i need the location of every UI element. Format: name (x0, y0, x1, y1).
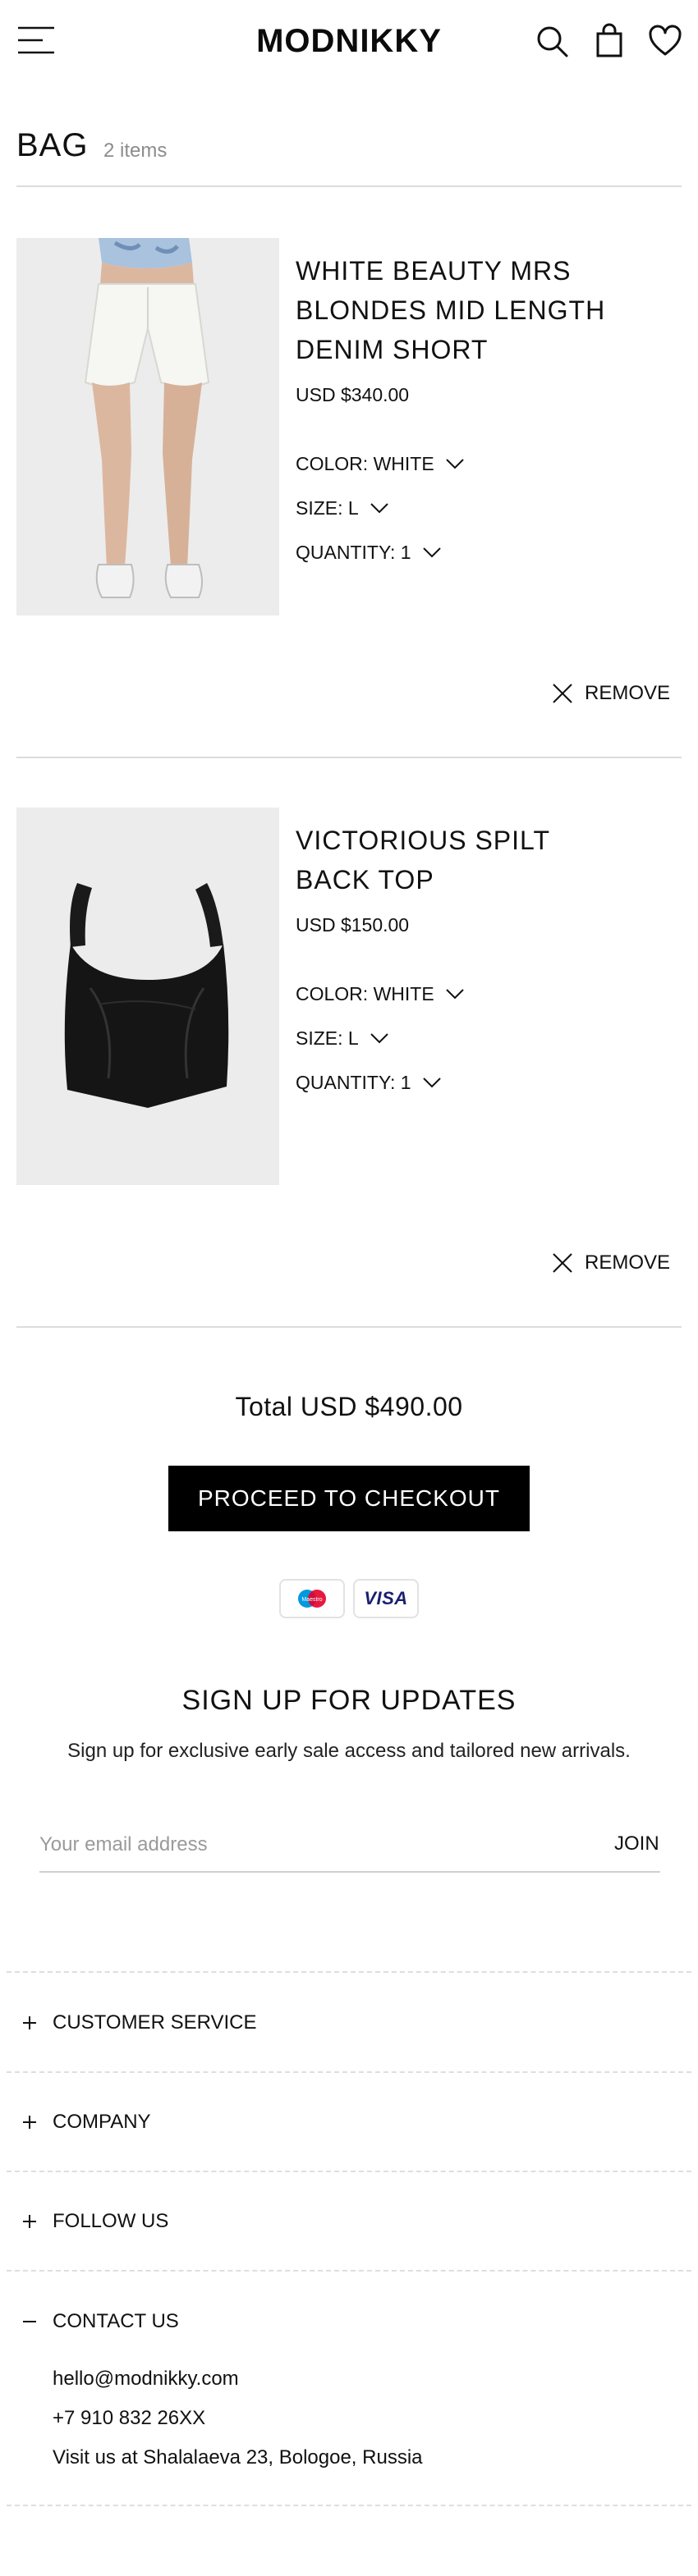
chevron-down-icon (445, 989, 464, 1000)
size-select[interactable]: SIZE: L (296, 1026, 388, 1050)
color-label: COLOR: WHITE (296, 453, 434, 474)
footer-divider (7, 2270, 691, 2272)
minus-icon (23, 2321, 36, 2322)
page-title: BAG (16, 127, 89, 163)
footer-divider (7, 2171, 691, 2172)
size-label: SIZE: L (296, 497, 359, 519)
footer-divider (7, 2505, 691, 2506)
signup-subtitle: Sign up for exclusive early sale access … (67, 1740, 631, 1762)
accordion-contact-us[interactable]: CONTACT US (20, 2309, 179, 2334)
accordion-label: CUSTOMER SERVICE (53, 2011, 257, 2034)
contact-address: Visit us at Shalalaeva 23, Bologoe, Russ… (53, 2446, 423, 2468)
color-label: COLOR: WHITE (296, 983, 434, 1004)
quantity-label: QUANTITY: 1 (296, 542, 411, 563)
accordion-label: FOLLOW US (53, 2210, 169, 2232)
chevron-down-icon (422, 547, 441, 558)
product-image-black-top[interactable] (16, 808, 279, 1185)
heart-icon[interactable] (647, 23, 683, 59)
divider (16, 757, 682, 758)
order-total: Total USD $490.00 (235, 1392, 463, 1421)
remove-label: REMOVE (585, 1251, 671, 1274)
close-icon (553, 684, 572, 703)
remove-item-button[interactable]: REMOVE (552, 1251, 670, 1275)
plus-icon (23, 2116, 36, 2129)
size-select[interactable]: SIZE: L (296, 496, 388, 520)
signup-title: SIGN UP FOR UPDATES (181, 1685, 517, 1716)
product-title[interactable]: WHITE BEAUTY MRS BLONDES MID LENGTH DENI… (296, 251, 624, 369)
search-icon[interactable] (534, 23, 570, 59)
color-select[interactable]: COLOR: WHITE (296, 981, 464, 1006)
bag-item-count: 2 items (103, 140, 168, 162)
product-price: USD $340.00 (296, 384, 410, 405)
footer-divider (7, 1971, 691, 1973)
maestro-payment-icon: Maestro (279, 1579, 345, 1618)
plus-icon (23, 2016, 36, 2029)
accordion-label: CONTACT US (53, 2310, 179, 2332)
divider (16, 1326, 682, 1328)
chevron-down-icon (422, 1078, 441, 1088)
email-input[interactable] (39, 1827, 598, 1863)
product-price: USD $150.00 (296, 914, 410, 936)
size-label: SIZE: L (296, 1027, 359, 1049)
visa-payment-icon: VISA (353, 1579, 419, 1618)
chevron-down-icon (445, 459, 464, 469)
accordion-customer-service[interactable]: CUSTOMER SERVICE (20, 2011, 257, 2035)
contact-phone-link[interactable]: +7 910 832 26XX (53, 2406, 205, 2431)
proceed-to-checkout-button[interactable]: PROCEED TO CHECKOUT (168, 1466, 530, 1531)
product-image-denim-short[interactable] (16, 238, 279, 615)
remove-label: REMOVE (585, 682, 671, 704)
maestro-label: Maestro (301, 1597, 322, 1603)
contact-email-link[interactable]: hello@modnikky.com (53, 2367, 239, 2391)
quantity-select[interactable]: QUANTITY: 1 (296, 1070, 441, 1095)
remove-item-button[interactable]: REMOVE (552, 681, 670, 706)
quantity-select[interactable]: QUANTITY: 1 (296, 540, 441, 565)
close-icon (553, 1253, 572, 1273)
join-button[interactable]: JOIN (614, 1832, 659, 1856)
divider (16, 185, 682, 187)
product-title-line: BLONDES MID LENGTH (296, 295, 606, 325)
product-title-line: DENIM SHORT (296, 335, 489, 364)
chevron-down-icon (370, 1033, 388, 1044)
plus-icon (23, 2215, 36, 2228)
footer-divider (7, 2071, 691, 2073)
site-header: MODNIKKY (0, 0, 698, 82)
shopping-bag-icon[interactable] (591, 23, 627, 59)
accordion-label: COMPANY (53, 2111, 151, 2133)
accordion-company[interactable]: COMPANY (20, 2110, 151, 2134)
accordion-follow-us[interactable]: FOLLOW US (20, 2209, 168, 2234)
product-title-line: BACK TOP (296, 865, 434, 895)
color-select[interactable]: COLOR: WHITE (296, 451, 464, 476)
chevron-down-icon (370, 503, 388, 514)
visa-label: VISA (364, 1588, 408, 1608)
quantity-label: QUANTITY: 1 (296, 1072, 411, 1093)
product-title-line: VICTORIOUS SPILT (296, 826, 550, 855)
product-title[interactable]: VICTORIOUS SPILT BACK TOP (296, 821, 624, 899)
product-title-line: WHITE BEAUTY MRS (296, 256, 572, 286)
email-underline (39, 1871, 660, 1873)
